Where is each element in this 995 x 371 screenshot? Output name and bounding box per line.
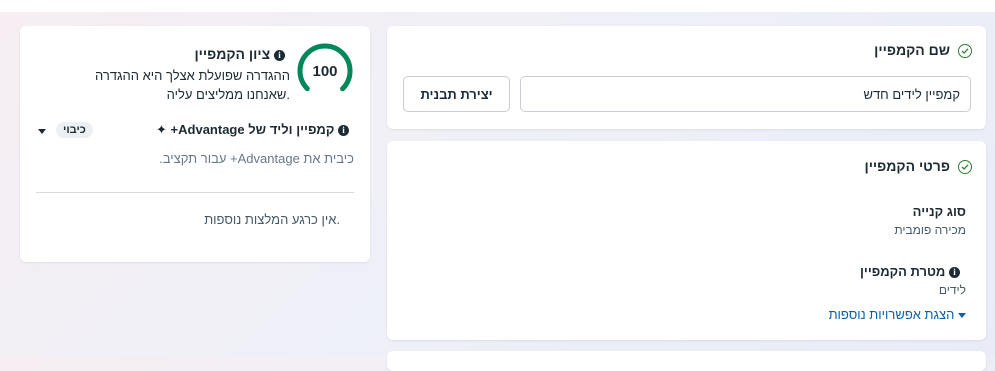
check-circle-icon bbox=[958, 44, 972, 58]
sparkle-icon: ✦ bbox=[156, 122, 167, 137]
no-recommendations-text: אין כרגע המלצות נוספות. bbox=[204, 212, 340, 227]
advantage-title: קמפיין וליד של Advantage+ bbox=[170, 122, 335, 137]
info-icon[interactable]: i bbox=[274, 49, 285, 61]
campaign-objective-value: לידים bbox=[938, 283, 966, 297]
campaign-name-value: קמפיין לידים חדש bbox=[863, 86, 960, 102]
advantage-row: ✦ קמפיין וליד של Advantage+ i bbox=[156, 122, 354, 138]
campaign-name-input[interactable]: קמפיין לידים חדש bbox=[520, 76, 971, 112]
create-template-button[interactable]: יצירת תבנית bbox=[403, 76, 510, 112]
score-description: ההגדרה שפועלת אצלך היא ההגדרה שאנחנו ממל… bbox=[95, 66, 290, 104]
campaign-score-title: ציון הקמפיין bbox=[194, 46, 271, 62]
more-options-label: הצגת אפשרויות נוספות bbox=[828, 307, 955, 322]
advantage-status-badge: כיבוי bbox=[56, 122, 93, 138]
check-circle-icon bbox=[958, 160, 972, 174]
score-description-line1: ההגדרה שפועלת אצלך היא ההגדרה bbox=[95, 68, 290, 83]
score-value: 100 bbox=[312, 63, 337, 80]
campaign-details-title: פרטי הקמפיין bbox=[864, 158, 950, 174]
caret-down-icon bbox=[958, 313, 966, 319]
more-options-link[interactable]: הצגת אפשרויות נוספות bbox=[829, 307, 970, 322]
buying-type-value: מכירה פומבית bbox=[894, 223, 966, 237]
campaign-name-title: שם הקמפיין bbox=[874, 42, 950, 58]
campaign-details-card: פרטי הקמפיין סוג קנייה מכירה פומבית מטרת… bbox=[387, 141, 986, 340]
campaign-score-card: 100 ציון הקמפיין i ההגדרה שפועלת אצלך הי… bbox=[20, 26, 370, 262]
next-section-card bbox=[387, 351, 986, 371]
advantage-description: כיבית את Advantage+ עבור תקציב. bbox=[159, 151, 354, 166]
score-gauge: 100 bbox=[297, 43, 353, 99]
score-description-line2: שאנחנו ממליצים עליה. bbox=[166, 87, 290, 102]
campaign-objective-row: מטרת הקמפיין i bbox=[860, 264, 966, 279]
campaign-name-card: שם הקמפיין קמפיין לידים חדש יצירת תבנית bbox=[387, 26, 986, 129]
expand-caret[interactable] bbox=[38, 123, 46, 141]
info-icon[interactable]: i bbox=[949, 267, 960, 279]
buying-type-label: סוג קנייה bbox=[912, 204, 966, 219]
campaign-objective-label: מטרת הקמפיין bbox=[859, 264, 946, 279]
top-strip bbox=[0, 0, 995, 12]
caret-down-icon bbox=[38, 129, 46, 135]
divider bbox=[36, 192, 354, 193]
campaign-score-title-row: ציון הקמפיין i bbox=[194, 46, 290, 62]
info-icon[interactable]: i bbox=[338, 125, 349, 137]
